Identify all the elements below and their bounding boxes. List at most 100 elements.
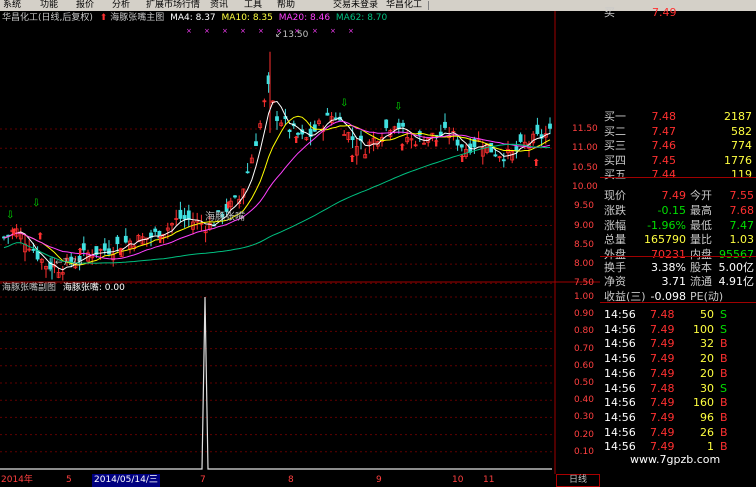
candle-body <box>233 195 237 198</box>
price-tick: 10.50 <box>572 162 598 173</box>
menu-analysis[interactable]: 分析 <box>112 0 130 11</box>
candle-body <box>342 134 347 136</box>
sub-tick: 0.70 <box>573 343 594 354</box>
menu-info[interactable]: 资讯 <box>210 0 228 11</box>
tick-time: 14:56 <box>604 410 636 424</box>
stat-label: 最低 <box>690 218 712 232</box>
sub-indicator-name[interactable]: 海豚张嘴副图 <box>2 283 56 293</box>
tick-time: 14:56 <box>604 322 636 336</box>
tick-price: 7.48 <box>650 381 675 395</box>
menu-quote[interactable]: 报价 <box>76 0 94 11</box>
sub-tick: 0.40 <box>573 395 594 406</box>
price-tick: 9.50 <box>573 201 594 212</box>
buy-arrow-icon: ⬆ <box>292 135 300 146</box>
buy-volume: 119 <box>731 168 752 181</box>
date-mark-5: 5 <box>66 475 72 485</box>
menu-system[interactable]: 系统 <box>3 0 21 11</box>
candle-body <box>455 139 460 146</box>
candle-body <box>501 159 506 162</box>
stat-value: 4.91亿 <box>718 275 755 289</box>
tab-daily[interactable]: 日线 <box>556 474 600 487</box>
buy-price: 7.44 <box>651 168 677 181</box>
tick-volume: 30 <box>700 381 714 395</box>
tick-price: 7.48 <box>650 308 675 321</box>
candle-body <box>287 129 292 133</box>
price-tick: 8.50 <box>573 239 594 250</box>
buy-arrow-icon: ⬆ <box>36 231 44 242</box>
buy-arrow-icon: ⬆ <box>156 235 164 246</box>
buy-label: 买五 <box>604 168 626 181</box>
candle-body <box>102 243 107 251</box>
sub-tick: 0.60 <box>573 360 594 371</box>
signal-x-icon: × <box>222 27 228 35</box>
buy-arrow-icon: ⬆ <box>348 154 356 165</box>
date-axis: 2014年 5 2014/05/14/三 7 8 9 10 11 <box>0 474 592 487</box>
kline-chart[interactable]: ⬆ ⬆⬆ ⬆⬆⬆⬆⬆⬆ ⬆⬆ ⬆⇩⇩⇩ ⇩× × × × × × × × × × <box>0 11 600 474</box>
tick-side: B <box>720 352 728 366</box>
ma20-line <box>3 120 551 260</box>
stat-value: 7.47 <box>729 218 755 232</box>
sell-arrow-icon: ⇩ <box>32 198 40 209</box>
stat-label: 涨跌 <box>604 203 626 217</box>
signal-x-icon: × <box>348 27 354 35</box>
signal-x-icon: × <box>330 27 336 35</box>
tick-side: S <box>720 308 727 321</box>
tick-side: B <box>720 410 728 424</box>
stock-name-title: 华昌化工 <box>386 0 423 10</box>
price-tick: 10.00 <box>572 181 598 192</box>
menu-function[interactable]: 功能 <box>40 0 58 11</box>
buy-price: 7.48 <box>651 110 677 123</box>
buy-volume: 1776 <box>724 153 752 167</box>
date-mark-11: 11 <box>483 475 495 485</box>
buy-arrow-icon: ⬆ <box>116 247 124 258</box>
stat-value: -0.15 <box>657 203 686 217</box>
price-tick: 7.50 <box>573 278 594 289</box>
quote-divider <box>600 177 756 178</box>
stat-label: 净资 <box>604 275 626 289</box>
candle-body <box>186 210 191 220</box>
quote-panel: 买 7.49 买一 7.48 2187 买二 7.47 582 买三 7.46 774 买四 7.4… <box>600 6 756 474</box>
signal-x-icon: × <box>312 27 318 35</box>
price-tick: 8.00 <box>573 259 594 270</box>
tick-side: S <box>720 322 727 336</box>
tick-volume: 26 <box>700 425 714 439</box>
tick-side: B <box>720 425 728 439</box>
tick-time: 14:56 <box>604 352 636 366</box>
login-status[interactable]: 交易未登录 <box>333 0 378 11</box>
candle-body <box>535 124 540 135</box>
candle-body <box>493 154 498 157</box>
menu-tools[interactable]: 工具 <box>244 0 262 11</box>
buy-arrow-icon: ⬆ <box>76 247 84 258</box>
candle-body <box>31 248 36 251</box>
menu-help[interactable]: 帮助 <box>277 0 295 11</box>
sell-arrow-icon: ⇩ <box>6 210 14 221</box>
sub-tick: 0.30 <box>573 412 594 423</box>
stat-label: 流通 <box>690 275 712 289</box>
candle-body <box>123 235 128 243</box>
signal-markers: ⬆ ⬆⬆ ⬆⬆⬆⬆⬆⬆ ⬆⬆ ⬆⇩⇩⇩ ⇩× × × × × × × × × × <box>6 27 540 258</box>
date-mark-10: 10 <box>452 475 464 485</box>
sub-chart-header: 海豚张嘴副图 海豚张嘴: 0.00 <box>2 283 125 294</box>
menu-extended-market[interactable]: 扩展市场行情 <box>146 0 200 11</box>
price-tick: 11.00 <box>572 143 598 154</box>
tick-time: 14:56 <box>604 366 636 380</box>
price-tick: 9.00 <box>573 220 594 231</box>
stat-value: 3.71 <box>661 275 687 289</box>
ma62-line <box>3 143 551 264</box>
tick-time: 14:56 <box>604 308 636 321</box>
menu-divider <box>428 1 429 10</box>
tick-volume: 50 <box>700 308 714 321</box>
high-price-label: ↙13.50 <box>275 30 309 40</box>
sub-tick: 0.90 <box>573 309 594 320</box>
sub-tick: 0.50 <box>573 378 594 388</box>
stat-label: 今开 <box>690 189 712 202</box>
tick-time: 14:56 <box>604 381 636 395</box>
stat-value: 1.03 <box>729 233 755 247</box>
candle-body <box>178 209 183 219</box>
stat-label: 最高 <box>690 203 712 217</box>
signal-text-label: 海豚张嘴 <box>205 212 245 223</box>
stat-value: 165790 <box>644 233 686 247</box>
buy-price: 7.45 <box>651 153 677 167</box>
candle-body <box>350 136 355 141</box>
stat-value: 7.55 <box>729 189 755 202</box>
